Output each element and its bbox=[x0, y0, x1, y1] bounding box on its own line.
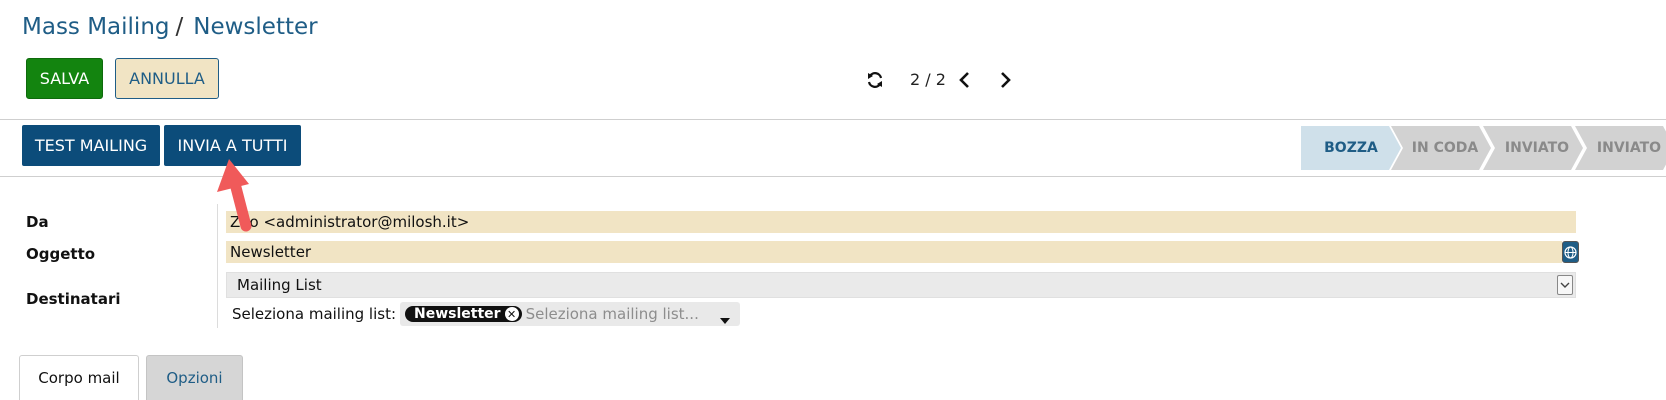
breadcrumb-separator: / bbox=[175, 14, 184, 40]
from-field[interactable]: Zeo <administrator@milosh.it> bbox=[226, 211, 1576, 233]
subject-field[interactable]: Newsletter bbox=[226, 241, 1562, 263]
breadcrumb-current: Newsletter bbox=[193, 14, 318, 40]
dropdown-caret-icon[interactable] bbox=[1557, 275, 1573, 295]
refresh-icon[interactable] bbox=[866, 68, 886, 92]
cancel-button[interactable]: ANNULLA bbox=[115, 58, 219, 99]
from-label: Da bbox=[26, 213, 49, 231]
remove-tag-icon[interactable]: ✕ bbox=[504, 307, 519, 321]
mailing-list-search-input[interactable]: Seleziona mailing list... bbox=[526, 305, 699, 323]
chevron-left-icon[interactable] bbox=[958, 68, 978, 92]
translate-icon[interactable] bbox=[1562, 241, 1579, 263]
dropdown-caret-icon[interactable] bbox=[720, 309, 730, 328]
mailing-list-selector[interactable]: Newsletter ✕ Seleziona mailing list... bbox=[400, 302, 740, 326]
recipients-model-value: Mailing List bbox=[237, 276, 322, 294]
test-mailing-button[interactable]: TEST MAILING bbox=[22, 125, 160, 166]
recipients-label: Destinatari bbox=[26, 290, 121, 308]
send-to-all-button[interactable]: INVIA A TUTTI bbox=[164, 125, 301, 166]
subject-label: Oggetto bbox=[26, 245, 96, 263]
save-button[interactable]: SALVA bbox=[26, 58, 103, 99]
status-bar: TEST MAILING INVIA A TUTTI BOZZA IN CODA… bbox=[0, 120, 1666, 177]
mailing-list-tag-label: Newsletter bbox=[414, 306, 501, 322]
recipients-model-select[interactable]: Mailing List bbox=[226, 272, 1576, 298]
breadcrumb: Mass Mailing / Newsletter bbox=[22, 14, 318, 40]
annotation-arrow-icon bbox=[217, 159, 252, 232]
tab-opzioni[interactable]: Opzioni bbox=[146, 355, 243, 400]
stage-bozza[interactable]: BOZZA bbox=[1301, 126, 1401, 170]
mailing-list-label: Seleziona mailing list: bbox=[232, 305, 397, 323]
breadcrumb-parent-link[interactable]: Mass Mailing bbox=[22, 14, 170, 40]
chevron-right-icon[interactable] bbox=[998, 68, 1018, 92]
pager-counter: 2 / 2 bbox=[910, 70, 946, 89]
stage-inviato[interactable]: INVIATO bbox=[1483, 126, 1583, 170]
mailing-list-tag: Newsletter ✕ bbox=[405, 306, 522, 322]
tab-corpo-mail[interactable]: Corpo mail bbox=[19, 355, 139, 400]
form-label-divider bbox=[217, 204, 218, 328]
stage-inviato-2[interactable]: INVIATO bbox=[1575, 126, 1666, 170]
stage-in-coda[interactable]: IN CODA bbox=[1391, 126, 1491, 170]
